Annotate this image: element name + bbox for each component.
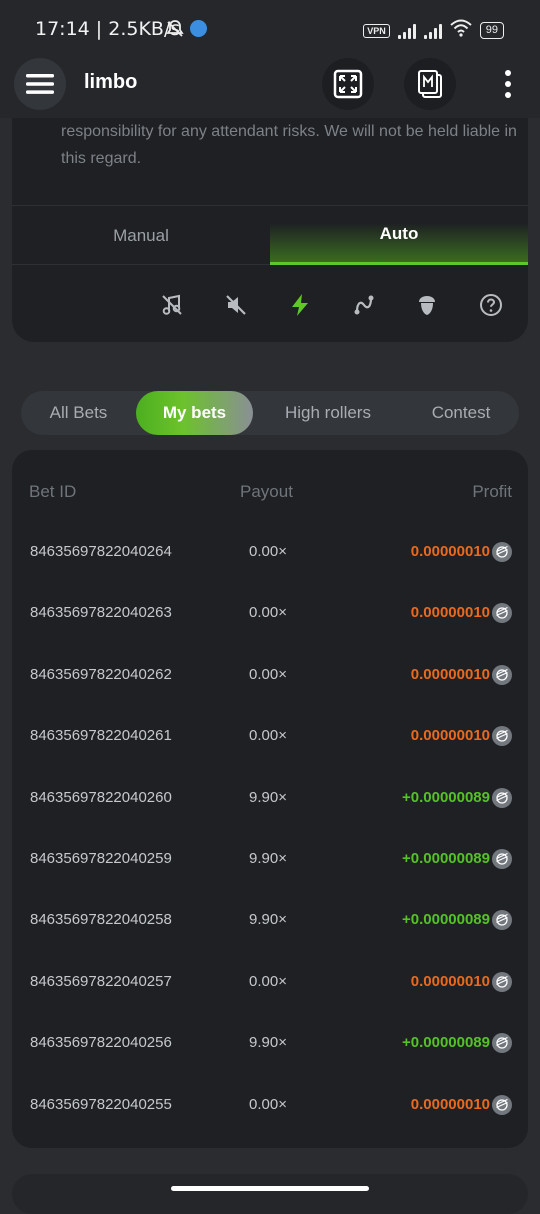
bet-id: 84635697822040260	[30, 788, 172, 806]
signal-icon	[397, 23, 416, 39]
mode-tabs: Manual Auto	[12, 205, 528, 265]
table-row[interactable]: 84635697822040258 9.90× +0.00000089	[12, 906, 528, 936]
table-row[interactable]: 84635697822040262 0.00× 0.00000010	[12, 661, 528, 691]
page-title: limbo	[84, 71, 138, 93]
battery-indicator: 99	[479, 22, 504, 39]
table-row[interactable]: 84635697822040257 0.00× 0.00000010	[12, 968, 528, 998]
fullscreen-icon	[333, 69, 363, 99]
bet-payout: 9.90×	[249, 911, 287, 929]
disclaimer-text: responsibility for any attendant risks. …	[61, 123, 517, 167]
table-row[interactable]: 84635697822040264 0.00× 0.00000010	[12, 538, 528, 568]
cards-icon	[418, 70, 442, 98]
currency-coin-icon	[492, 1094, 512, 1115]
bet-id: 84635697822040255	[30, 1095, 172, 1113]
menu-button[interactable]	[14, 58, 66, 110]
sound-off-button[interactable]	[221, 290, 251, 320]
column-header-bet-id: Bet ID	[29, 482, 77, 501]
currency-coin-icon	[492, 787, 512, 808]
currency-coin-icon	[492, 849, 512, 869]
column-header-payout: Payout	[240, 482, 293, 501]
bet-payout: 9.90×	[249, 850, 287, 867]
bet-payout: 0.00×	[249, 604, 287, 622]
currency-coin-icon	[492, 542, 512, 562]
currency-coin-icon	[492, 726, 512, 747]
bet-controls-card: responsibility for any attendant risks. …	[12, 118, 528, 342]
sound-off-icon	[226, 295, 246, 315]
menu-icon	[26, 74, 54, 94]
bet-profit: 0.00000010	[410, 727, 490, 745]
cards-button[interactable]	[404, 58, 456, 110]
bet-profit: +0.00000089	[401, 1034, 490, 1052]
bet-profit: +0.00000089	[401, 788, 490, 806]
music-off-icon	[162, 294, 182, 315]
bet-id: 84635697822040257	[30, 972, 172, 990]
bet-id: 84635697822040263	[30, 604, 172, 622]
bet-id: 84635697822040256	[30, 1034, 172, 1052]
table-row[interactable]: 84635697822040260 9.90× +0.00000089	[12, 784, 528, 814]
next-section-card	[12, 1174, 528, 1214]
music-off-button[interactable]	[157, 290, 187, 320]
bets-filter-tabs: All Bets My bets High rollers Contest	[21, 391, 519, 435]
bets-table: Bet ID Payout Profit 84635697822040264 0.…	[12, 450, 528, 1148]
bet-profit: 0.00000010	[410, 604, 490, 622]
bet-id: 84635697822040261	[30, 727, 172, 745]
currency-coin-icon	[492, 603, 512, 624]
table-row[interactable]: 84635697822040255 0.00× 0.00000010	[12, 1091, 528, 1121]
bet-profit: 0.00000010	[410, 1095, 490, 1113]
bet-payout: 0.00×	[249, 543, 287, 560]
bet-profit: 0.00000010	[410, 543, 490, 560]
curve-button[interactable]	[349, 290, 379, 320]
app-header: limbo	[0, 58, 540, 118]
bet-id: 84635697822040264	[30, 543, 172, 560]
bet-profit: 0.00000010	[410, 665, 490, 683]
currency-coin-icon	[492, 664, 512, 685]
more-icon	[505, 70, 511, 76]
bet-id: 84635697822040258	[30, 911, 172, 929]
status-bar: 17:14 | 2.5KB/s VPN 99	[0, 0, 540, 58]
bet-profit: +0.00000089	[401, 850, 490, 867]
app-notification-icon	[190, 20, 207, 37]
table-row[interactable]: 84635697822040263 0.00× 0.00000010	[12, 599, 528, 629]
tab-all-bets[interactable]: All Bets	[21, 391, 136, 435]
tab-high-rollers[interactable]: High rollers	[259, 391, 397, 435]
tab-auto[interactable]: Auto	[270, 206, 528, 265]
bet-payout: 0.00×	[249, 727, 287, 745]
bet-payout: 0.00×	[249, 665, 287, 683]
wifi-icon	[450, 19, 472, 42]
bet-id: 84635697822040262	[30, 665, 172, 683]
table-row[interactable]: 84635697822040256 9.90× +0.00000089	[12, 1029, 528, 1059]
turbo-button[interactable]	[285, 290, 315, 320]
bet-payout: 9.90×	[249, 1034, 287, 1052]
acorn-icon	[419, 296, 435, 315]
bet-profit: +0.00000089	[401, 911, 490, 929]
status-indicators: VPN 99	[363, 19, 504, 42]
signal-icon-2	[423, 23, 442, 39]
tab-contest[interactable]: Contest	[409, 391, 513, 435]
bet-payout: 9.90×	[249, 788, 287, 806]
bet-profit: 0.00000010	[410, 972, 490, 990]
fullscreen-button[interactable]	[322, 58, 374, 110]
curve-icon	[354, 295, 374, 315]
lightning-icon	[292, 294, 308, 316]
bet-payout: 0.00×	[249, 972, 287, 990]
status-time: 17:14 | 2.5KB/s	[35, 18, 181, 40]
table-row[interactable]: 84635697822040261 0.00× 0.00000010	[12, 722, 528, 752]
help-button[interactable]	[476, 290, 506, 320]
fairness-button[interactable]	[412, 290, 442, 320]
bet-payout: 0.00×	[249, 1095, 287, 1113]
settings-toolbar	[12, 290, 528, 320]
vpn-badge: VPN	[363, 23, 390, 38]
currency-coin-icon	[492, 910, 512, 931]
home-indicator[interactable]	[171, 1186, 369, 1191]
more-options-button[interactable]	[498, 66, 518, 102]
tab-manual[interactable]: Manual	[12, 206, 270, 265]
help-icon	[480, 294, 502, 316]
currency-coin-icon	[492, 971, 512, 992]
currency-coin-icon	[492, 1033, 512, 1054]
table-row[interactable]: 84635697822040259 9.90× +0.00000089	[12, 845, 528, 875]
tab-my-bets[interactable]: My bets	[136, 391, 253, 435]
bell-off-icon	[165, 19, 185, 44]
bet-id: 84635697822040259	[30, 850, 172, 867]
column-header-profit: Profit	[472, 482, 512, 501]
